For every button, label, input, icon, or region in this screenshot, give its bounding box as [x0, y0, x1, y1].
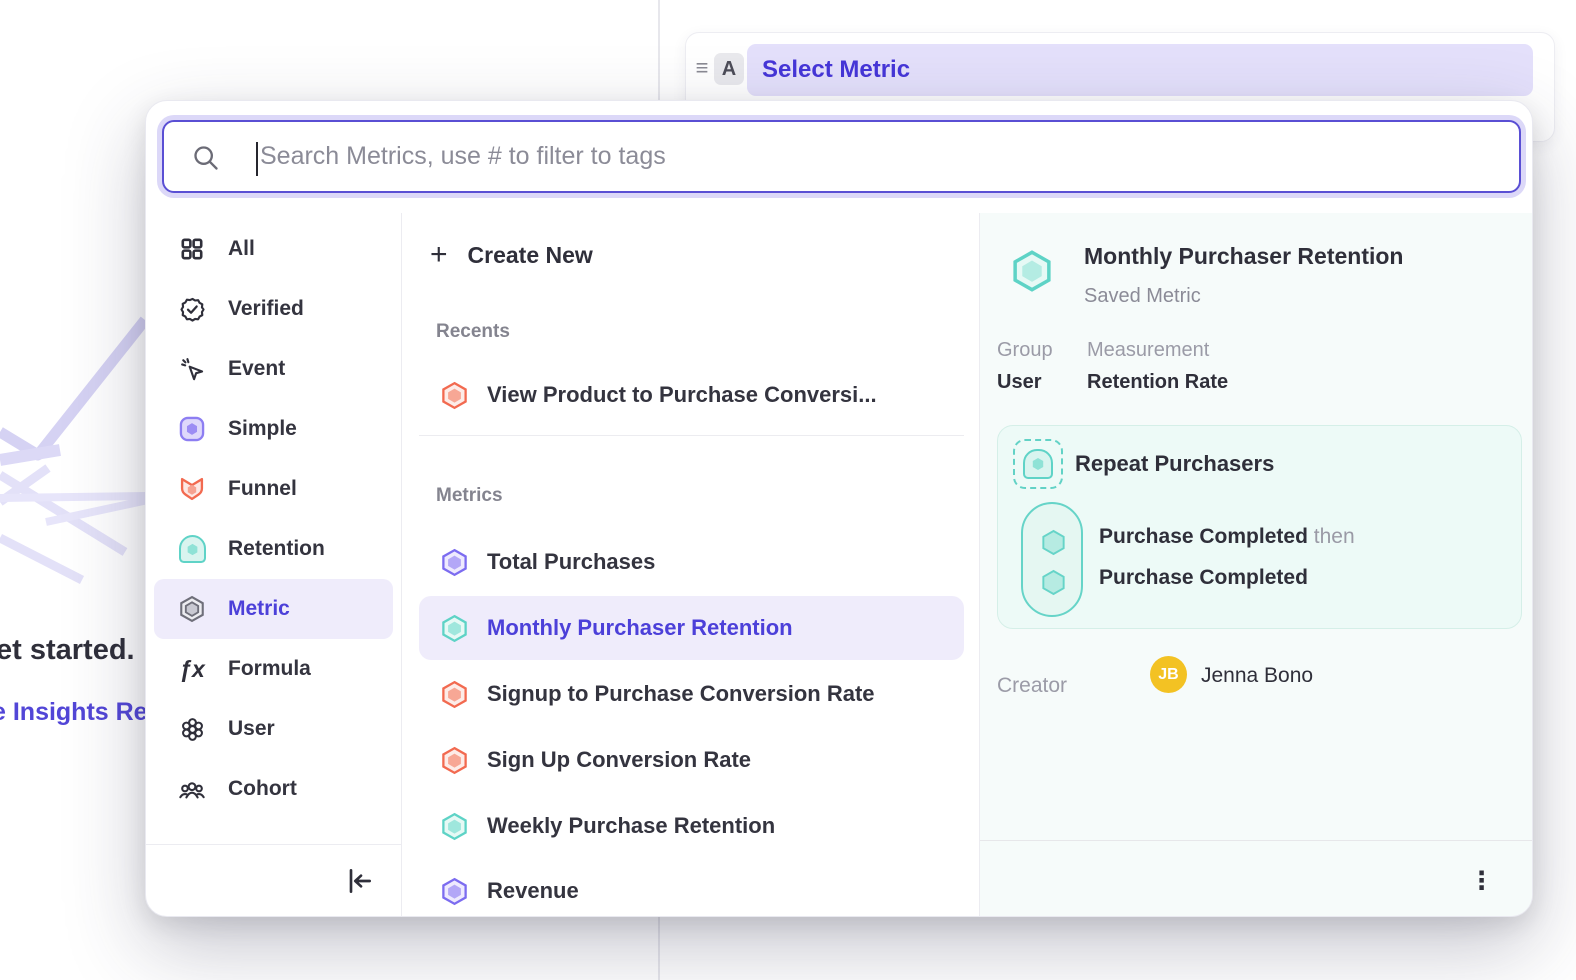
- background-partial-heading: et started.: [0, 634, 135, 667]
- metric-list-item[interactable]: Weekly Purchase Retention: [419, 794, 964, 858]
- creator-avatar: JB: [1150, 656, 1187, 693]
- metric-hexagon-icon: [178, 595, 206, 623]
- panel-footer-divider: [980, 840, 1533, 841]
- sidebar-item-label: All: [228, 237, 255, 261]
- list-divider: [419, 435, 964, 436]
- search-input[interactable]: [164, 122, 1519, 191]
- simple-metric-icon: [178, 415, 206, 443]
- grid-icon: [178, 235, 206, 263]
- background-partial-link[interactable]: e Insights Re: [0, 698, 148, 727]
- user-icon: [178, 715, 206, 743]
- metric-list-item[interactable]: Revenue: [419, 859, 964, 917]
- cursor-event-icon: [178, 355, 206, 383]
- sidebar-item-label: Cohort: [228, 777, 297, 801]
- sidebar-item-label: User: [228, 717, 275, 741]
- recents-section-label: Recents: [436, 321, 510, 343]
- metric-item-label: Weekly Purchase Retention: [487, 813, 775, 839]
- retention-metric-icon: [1010, 249, 1054, 293]
- recent-item[interactable]: View Product to Purchase Conversi...: [419, 363, 964, 427]
- group-value: User: [997, 371, 1041, 394]
- verified-badge-icon: [178, 295, 206, 323]
- retention-metric-icon: [440, 614, 469, 643]
- drag-handle-icon[interactable]: ≡: [692, 55, 712, 81]
- step-hexagon-icon: [1039, 528, 1068, 557]
- metric-list-column: + Create New Recents View Product to Pur…: [402, 213, 979, 916]
- funnel-metric-icon: [440, 746, 469, 775]
- funnel-metric-icon: [440, 381, 469, 410]
- sidebar-item-label: Formula: [228, 657, 311, 681]
- sidebar-item-label: Metric: [228, 597, 290, 621]
- step-1-text: Purchase Completed then: [1099, 525, 1355, 549]
- sidebar-item-formula[interactable]: ƒx Formula: [154, 639, 393, 699]
- then-connector: then: [1314, 525, 1355, 548]
- text-caret: [256, 142, 258, 176]
- sidebar-item-label: Retention: [228, 537, 325, 561]
- plus-icon: +: [430, 240, 448, 270]
- select-metric-button[interactable]: Select Metric: [747, 44, 1533, 96]
- saved-card-title: Repeat Purchasers: [1075, 451, 1274, 477]
- sidebar-item-user[interactable]: User: [154, 699, 393, 759]
- collapse-sidebar-icon[interactable]: [343, 865, 375, 897]
- sidebar-item-event[interactable]: Event: [154, 339, 393, 399]
- saved-metric-definition-card: Repeat Purchasers Purchase Completed the…: [997, 425, 1522, 629]
- sidebar-item-metric[interactable]: Metric: [154, 579, 393, 639]
- sidebar-footer: [146, 844, 401, 916]
- funnel-icon: [178, 475, 206, 503]
- metric-list-item[interactable]: Sign Up Conversion Rate: [419, 728, 964, 792]
- retention-cohort-icon: [1013, 439, 1063, 489]
- kebab-menu-icon[interactable]: ⋮: [1469, 869, 1494, 894]
- sidebar-item-label: Simple: [228, 417, 297, 441]
- sidebar-item-all[interactable]: All: [154, 219, 393, 279]
- background-chart-decoration: [0, 290, 150, 610]
- create-new-button[interactable]: + Create New: [430, 231, 593, 279]
- simple-metric-icon: [440, 877, 469, 906]
- simple-metric-icon: [440, 548, 469, 577]
- create-new-label: Create New: [468, 242, 593, 269]
- sidebar-item-label: Funnel: [228, 477, 297, 501]
- formula-icon: ƒx: [178, 655, 206, 683]
- metric-picker-modal: All Verified Event: [145, 100, 1533, 917]
- metric-list-item-selected[interactable]: Monthly Purchaser Retention: [419, 596, 964, 660]
- search-box: [162, 120, 1521, 193]
- retention-icon: [178, 535, 206, 563]
- sidebar-item-label: Event: [228, 357, 285, 381]
- metric-a-badge: A: [714, 53, 744, 85]
- funnel-metric-icon: [440, 680, 469, 709]
- metric-item-label: Signup to Purchase Conversion Rate: [487, 681, 875, 707]
- sidebar-item-cohort[interactable]: Cohort: [154, 759, 393, 819]
- metric-item-label: Revenue: [487, 878, 579, 904]
- sidebar-item-retention[interactable]: Retention: [154, 519, 393, 579]
- sidebar-item-simple[interactable]: Simple: [154, 399, 393, 459]
- creator-name: Jenna Bono: [1201, 664, 1313, 688]
- group-label: Group: [997, 339, 1053, 362]
- metric-detail-panel: Monthly Purchaser Retention Saved Metric…: [980, 213, 1533, 916]
- step-2-text: Purchase Completed: [1099, 566, 1308, 590]
- measurement-value: Retention Rate: [1087, 371, 1228, 394]
- cohort-icon: [178, 775, 206, 803]
- metrics-section-label: Metrics: [436, 485, 503, 507]
- retention-metric-icon: [440, 812, 469, 841]
- metric-item-label: Monthly Purchaser Retention: [487, 615, 793, 641]
- measurement-label: Measurement: [1087, 339, 1209, 362]
- metric-item-label: Total Purchases: [487, 549, 655, 575]
- sidebar-item-verified[interactable]: Verified: [154, 279, 393, 339]
- creator-label: Creator: [997, 674, 1067, 698]
- sidebar-item-funnel[interactable]: Funnel: [154, 459, 393, 519]
- metric-list-item[interactable]: Total Purchases: [419, 530, 964, 594]
- metric-list-item[interactable]: Signup to Purchase Conversion Rate: [419, 662, 964, 726]
- detail-title: Monthly Purchaser Retention: [1084, 243, 1403, 270]
- filter-sidebar: All Verified Event: [146, 219, 401, 844]
- step-hexagon-icon: [1039, 568, 1068, 597]
- sidebar-item-label: Verified: [228, 297, 304, 321]
- detail-subtitle: Saved Metric: [1084, 285, 1201, 308]
- funnel-steps-capsule: [1021, 502, 1083, 617]
- recent-item-label: View Product to Purchase Conversi...: [487, 382, 877, 408]
- metric-item-label: Sign Up Conversion Rate: [487, 747, 751, 773]
